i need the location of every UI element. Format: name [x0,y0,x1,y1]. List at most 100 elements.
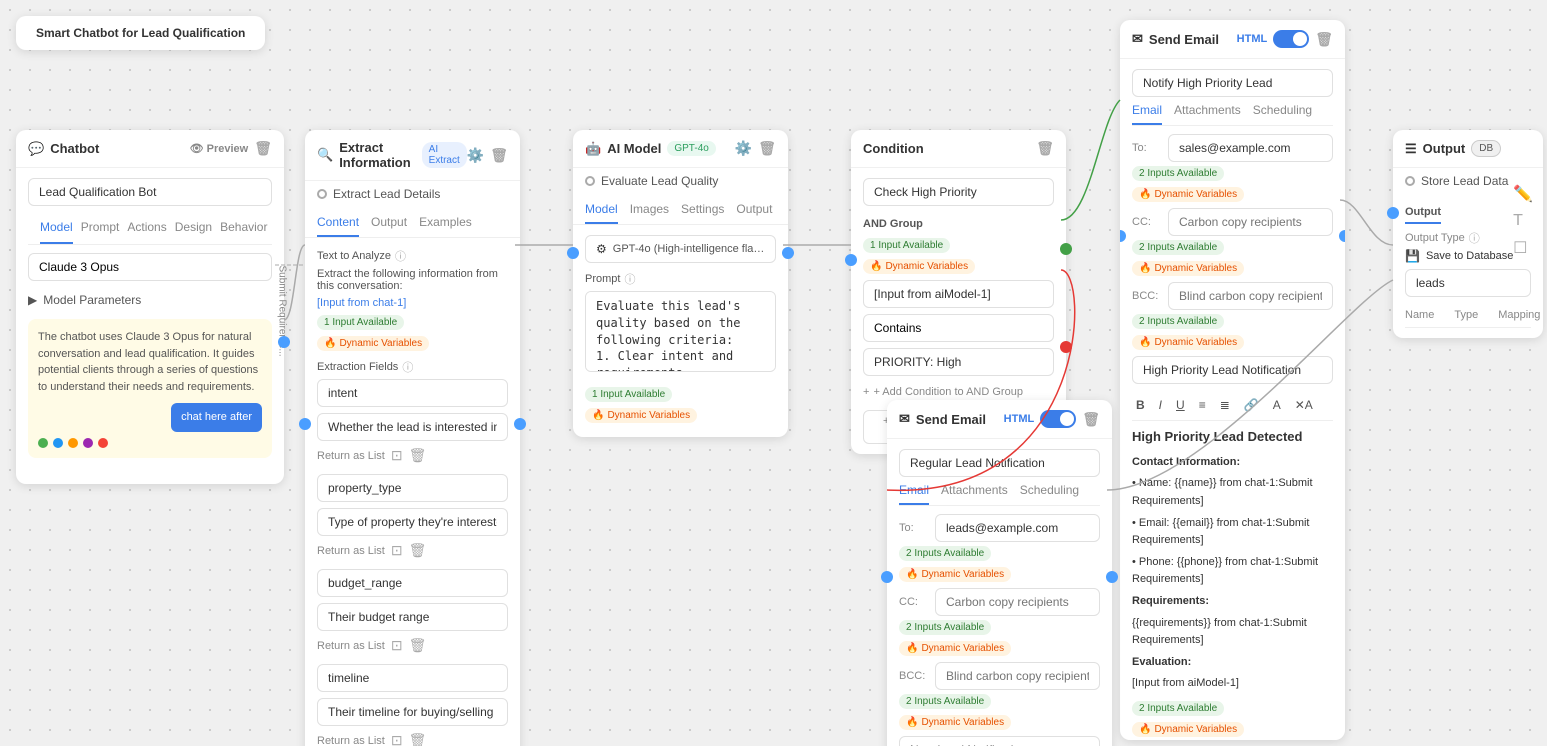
email-2-name-input[interactable] [899,449,1100,477]
ai-radio-btn[interactable] [585,176,595,186]
output-radio-btn[interactable] [1405,176,1415,186]
link-btn[interactable]: 🔗 [1240,396,1263,414]
ai-model-node: 🤖 AI Model GPT-4o ⚙️ 🗑 Evaluate Lead Qua… [573,130,788,437]
email-2-tabs: Email Attachments Scheduling [899,483,1100,506]
tab-design[interactable]: Design [175,212,212,244]
align-btn[interactable]: A [1269,396,1285,414]
condition-type-select[interactable]: Contains [863,314,1054,342]
chatbot-node-header: 💬 Chatbot 👁 Preview 🗑 [16,130,284,168]
email-1-toolbar: B I U ≡ ≣ 🔗 A ✕A [1132,390,1333,421]
ai-delete-btn[interactable]: 🗑 [758,140,776,157]
condition-value-input[interactable] [863,348,1054,376]
color-dots [38,438,262,448]
tab-model[interactable]: Model [40,212,73,244]
output-db-input[interactable] [1405,269,1531,297]
tab-actions[interactable]: Actions [127,212,166,244]
extract-tab-content[interactable]: Content [317,215,359,237]
tab-behavior[interactable]: Behavior [220,212,267,244]
email-1-cc-input[interactable] [1168,208,1333,236]
send-email-2-header: ✉ Send Email HTML 🗑 [887,400,1112,439]
email-2-tab-attachments[interactable]: Attachments [941,483,1008,505]
output-input-connector [1387,207,1399,219]
ai-tab-output[interactable]: Output [736,202,772,224]
email-1-to-input[interactable] [1168,134,1333,162]
email-2-bcc-input[interactable] [935,662,1100,690]
field-property-name[interactable] [317,474,508,502]
field-property-copy[interactable]: ⊡ [391,542,403,559]
toggle-switch-1[interactable] [1273,30,1309,48]
email-1-name-input[interactable] [1132,69,1333,97]
email-1-tab-scheduling[interactable]: Scheduling [1253,103,1312,125]
email-2-delete-btn[interactable]: 🗑 [1082,411,1100,428]
ai-tab-images[interactable]: Images [630,202,669,224]
ai-dynamic-badge: 🔥 Dynamic Variables [585,408,697,423]
list-btn[interactable]: ≡ [1195,396,1210,414]
chatbot-name-input[interactable] [28,178,272,206]
prompt-textarea[interactable]: Evaluate this lead's quality based on th… [585,291,776,372]
workflow-canvas[interactable]: Smart Chatbot for Lead Qualification 💬 C… [0,0,1547,746]
field-timeline-name[interactable] [317,664,508,692]
ai-output-connector [782,247,794,259]
add-condition-btn[interactable]: + + Add Condition to AND Group [863,382,1054,402]
clear-btn[interactable]: ✕A [1291,396,1317,414]
tab-prompt[interactable]: Prompt [81,212,120,244]
edit-btn[interactable]: ✏️ [1513,184,1533,204]
email-2-tab-email[interactable]: Email [899,483,929,505]
eye-icon: 👁 [190,142,204,155]
toggle-switch-2[interactable] [1040,410,1076,428]
bold-btn[interactable]: B [1132,396,1149,414]
preview-btn[interactable]: 👁 Preview [190,142,249,155]
email-1-delete-btn[interactable]: 🗑 [1315,31,1333,48]
field-budget-desc[interactable] [317,603,508,631]
chatbot-delete-btn[interactable]: 🗑 [254,140,272,157]
email-2-subject-input[interactable] [899,736,1100,746]
chatbot-preview-box: The chatbot uses Claude 3 Opus for natur… [28,319,272,458]
email-2-output-connector [1106,571,1118,583]
field-intent-name[interactable] [317,379,508,407]
model-select[interactable]: Claude 3 Opus [28,253,272,281]
extract-delete-btn[interactable]: 🗑 [490,147,508,164]
extract-tab-examples[interactable]: Examples [419,215,472,237]
field-intent-delete[interactable]: 🗑 [409,447,427,464]
condition-dynamic-badge: 🔥 Dynamic Variables [863,259,975,274]
condition-input-connector [845,254,857,266]
chatbot-body: Model Prompt Actions Design Behavior Cla… [16,168,284,484]
email-1-bcc-input[interactable] [1168,282,1333,310]
extract-settings-btn[interactable]: ⚙️ [467,147,484,164]
italic-btn[interactable]: I [1155,396,1166,414]
checkbox-btn[interactable]: ☐ [1513,238,1533,258]
html-toggle-1[interactable]: HTML [1237,30,1310,48]
email-1-tab-attachments[interactable]: Attachments [1174,103,1241,125]
text-btn[interactable]: T [1513,212,1533,230]
extract-tab-output[interactable]: Output [371,215,407,237]
ai-tab-model[interactable]: Model [585,202,618,224]
extract-radio-btn[interactable] [317,189,327,199]
ai-tab-settings[interactable]: Settings [681,202,724,224]
email-2-cc-input[interactable] [935,588,1100,616]
field-timeline-desc[interactable] [317,698,508,726]
ai-model-select[interactable]: ⚙ GPT-4o (High-intelligence flagship mod… [585,235,776,263]
field-budget-name[interactable] [317,569,508,597]
field-budget-delete[interactable]: 🗑 [409,637,427,654]
email-2-to-input[interactable] [935,514,1100,542]
condition-input-value[interactable] [863,280,1054,308]
condition-delete-btn[interactable]: 🗑 [1036,140,1054,157]
condition-check-input[interactable] [863,178,1054,206]
ai-settings-btn[interactable]: ⚙️ [735,140,752,157]
html-toggle-2[interactable]: HTML [1004,410,1077,428]
field-property-desc[interactable] [317,508,508,536]
email-1-bcc-row: BCC: [1132,282,1333,310]
search-icon: 🔍 [317,147,333,163]
email-1-subject-input[interactable] [1132,356,1333,384]
field-timeline-copy[interactable]: ⊡ [391,732,403,746]
field-timeline-delete[interactable]: 🗑 [409,732,427,746]
field-property-delete[interactable]: 🗑 [409,542,427,559]
underline-btn[interactable]: U [1172,396,1189,414]
email-1-tab-email[interactable]: Email [1132,103,1162,125]
field-intent-copy[interactable]: ⊡ [391,447,403,464]
field-budget-copy[interactable]: ⊡ [391,637,403,654]
email-2-tab-scheduling[interactable]: Scheduling [1020,483,1079,505]
model-params[interactable]: ▶ Model Parameters [28,289,272,311]
list-btn-2[interactable]: ≣ [1216,396,1234,414]
field-intent-desc[interactable] [317,413,508,441]
